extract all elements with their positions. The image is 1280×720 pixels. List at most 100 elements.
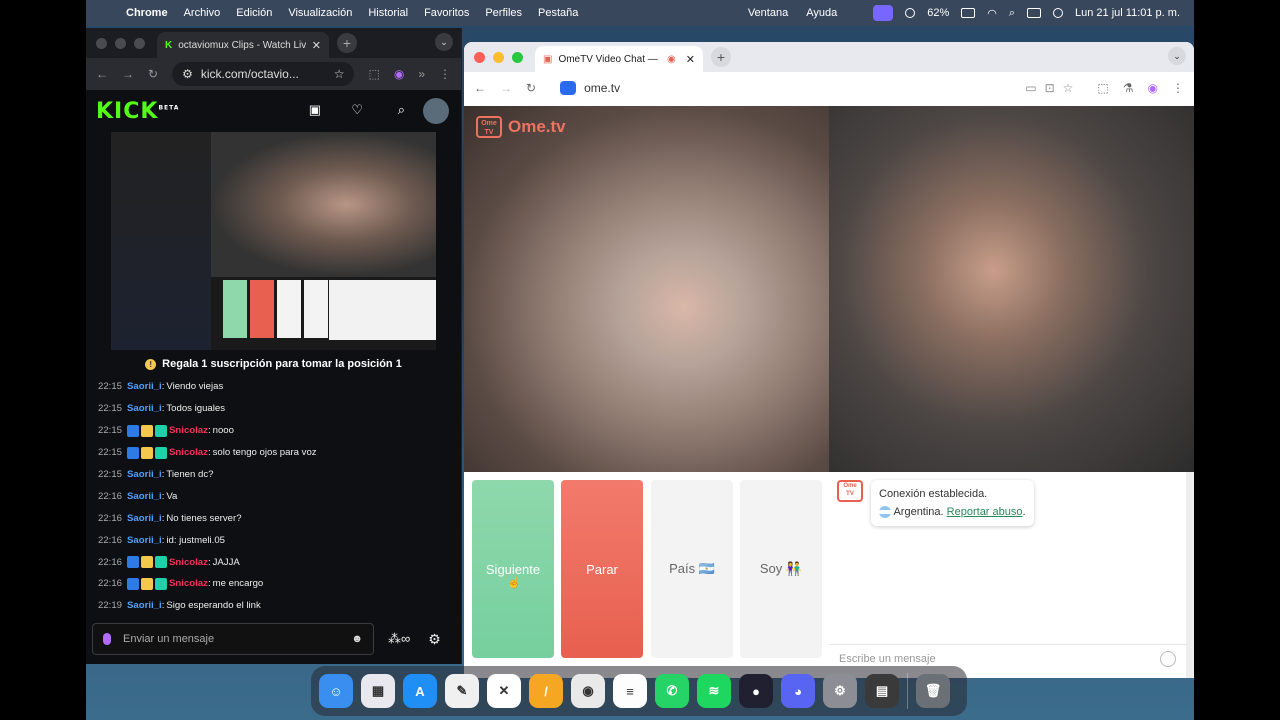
wifi-icon[interactable]: ◠ [987,7,997,20]
bookmark-star-icon[interactable]: ☆ [334,67,345,81]
chat-username[interactable]: Saorii_i [127,469,162,480]
obs-icon[interactable]: ● [739,674,773,708]
microphone-icon[interactable] [103,633,111,645]
chat-username[interactable]: Snicolaz [169,425,208,436]
forward-icon[interactable]: → [122,67,134,81]
crown-badge-icon[interactable] [141,556,154,569]
calculator-icon[interactable]: ▤ [865,674,899,708]
gift-sub-banner[interactable]: ! Regala 1 suscripción para tomar la pos… [86,352,461,376]
extensions-icon[interactable]: ⬚ [1097,81,1108,95]
tab-search-icon[interactable]: ⌄ [1168,47,1186,65]
chat-message-input[interactable]: Enviar un mensaje ☻ [92,623,374,655]
tab-kick-clips[interactable]: K octaviomux Clips - Watch Liv ✕ [157,32,329,58]
menu-edicion[interactable]: Edición [236,7,272,19]
close-tab-icon[interactable]: ✕ [312,39,321,52]
next-button[interactable]: Siguiente [472,480,554,658]
chat-username[interactable]: Saorii_i [127,535,162,546]
new-tab-button[interactable]: + [337,33,357,53]
chrome-icon[interactable]: ◉ [571,674,605,708]
chat-settings-gear-icon[interactable]: ⚙ [428,631,441,648]
control-center-icon[interactable] [1027,8,1042,18]
site-camera-icon[interactable] [560,81,577,95]
siri-icon[interactable] [1053,8,1064,18]
menu-ayuda[interactable]: Ayuda [806,7,837,19]
emoji-icon[interactable]: ☻ [351,633,363,645]
minimize-window-icon[interactable] [493,51,504,63]
back-icon[interactable]: ← [96,67,108,81]
whatsapp-icon[interactable]: ✆ [655,674,689,708]
more-tools-icon[interactable]: » [418,67,425,81]
zoom-window-icon[interactable] [134,37,145,49]
discord-icon[interactable]: ◕ [781,674,815,708]
battery-icon[interactable] [961,8,976,18]
capcut-icon[interactable]: ✕ [487,674,521,708]
menu-app-name[interactable]: Chrome [126,7,168,19]
chat-username[interactable]: Snicolaz [169,557,208,568]
bookmark-star-icon[interactable]: ☆ [1063,81,1074,95]
chat-username[interactable]: Snicolaz [169,447,208,458]
close-tab-icon[interactable]: ✕ [686,53,695,66]
kick-logo[interactable]: KICKBETA [96,99,179,124]
chat-username[interactable]: Snicolaz [169,578,208,589]
system-settings-icon[interactable]: ⚙ [823,674,857,708]
back-icon[interactable]: ← [474,81,486,95]
menu-archivo[interactable]: Archivo [184,7,221,19]
profile-icon[interactable]: ◉ [394,67,404,81]
chat-username[interactable]: Saorii_i [127,403,162,414]
play-icon[interactable] [905,8,916,18]
report-abuse-link[interactable]: Reportar abuso [947,506,1023,518]
zoom-window-icon[interactable] [512,51,523,63]
chat-username[interactable]: Saorii_i [127,513,162,524]
menu-visualizacion[interactable]: Visualización [288,7,352,19]
crown-badge-icon[interactable] [141,446,154,459]
cast-icon[interactable]: ▭ [1025,81,1036,95]
pages-icon[interactable]: / [529,674,563,708]
extensions-icon[interactable]: ⬚ [368,67,379,81]
menu-pestana[interactable]: Pestaña [538,7,578,19]
menu-dots-icon[interactable]: ⋮ [439,67,451,81]
store-icon[interactable]: ▣ [309,102,321,118]
subscriber-badge-icon[interactable] [155,577,168,590]
menu-dots-icon[interactable]: ⋮ [1172,81,1184,95]
menubar-clock[interactable]: Lun 21 jul 11:01 p. m. [1075,7,1180,19]
close-window-icon[interactable] [474,51,485,63]
notes-icon[interactable]: ≡ [613,674,647,708]
subscriber-badge-icon[interactable] [155,424,168,437]
translate-icon[interactable]: ⊡ [1045,81,1055,95]
stream-video-player[interactable] [111,132,436,350]
menu-ventana[interactable]: Ventana [748,7,788,19]
app-store-icon[interactable]: A [403,674,437,708]
gender-select-button[interactable]: Soy 👫 [740,480,822,658]
labs-icon[interactable]: ⚗ [1123,81,1134,95]
subscriber-badge-icon[interactable] [155,556,168,569]
spotify-icon[interactable]: ≋ [697,674,731,708]
finder-icon[interactable]: ☺ [319,674,353,708]
tab-search-icon[interactable]: ⌄ [435,33,453,51]
trash-icon[interactable]: 🗑 [916,674,950,708]
subscriber-badge-icon[interactable] [155,446,168,459]
site-info-icon[interactable]: ⚙ [182,67,193,81]
search-icon[interactable]: ⌕ [1009,7,1015,20]
forward-icon[interactable]: → [500,81,512,95]
address-field[interactable]: ⚙ kick.com/octavio... ☆ [172,62,355,86]
menu-favoritos[interactable]: Favoritos [424,7,469,19]
reload-icon[interactable]: ↻ [526,81,536,95]
screen-record-icon[interactable] [873,5,894,21]
launchpad-icon[interactable]: ▦ [361,674,395,708]
kicks-infinity-icon[interactable]: ⁂∞ [388,631,410,647]
menu-perfiles[interactable]: Perfiles [485,7,522,19]
profile-icon[interactable]: ◉ [1148,81,1158,95]
new-tab-button[interactable]: + [711,47,731,67]
close-window-icon[interactable] [96,37,107,49]
notes-pencil-icon[interactable]: ✎ [445,674,479,708]
stop-button[interactable]: Parar [561,480,643,658]
country-select-button[interactable]: País 🇦🇷 [651,480,733,658]
chat-username[interactable]: Saorii_i [127,600,162,611]
menu-historial[interactable]: Historial [368,7,408,19]
tab-ometv[interactable]: ▣ OmeTV Video Chat — Om ◉ ✕ [535,46,703,72]
chat-username[interactable]: Saorii_i [127,491,162,502]
emoji-icon[interactable] [1160,650,1176,667]
chat-username[interactable]: Saorii_i [127,381,162,392]
minimize-window-icon[interactable] [115,37,126,49]
reload-icon[interactable]: ↻ [148,67,158,81]
